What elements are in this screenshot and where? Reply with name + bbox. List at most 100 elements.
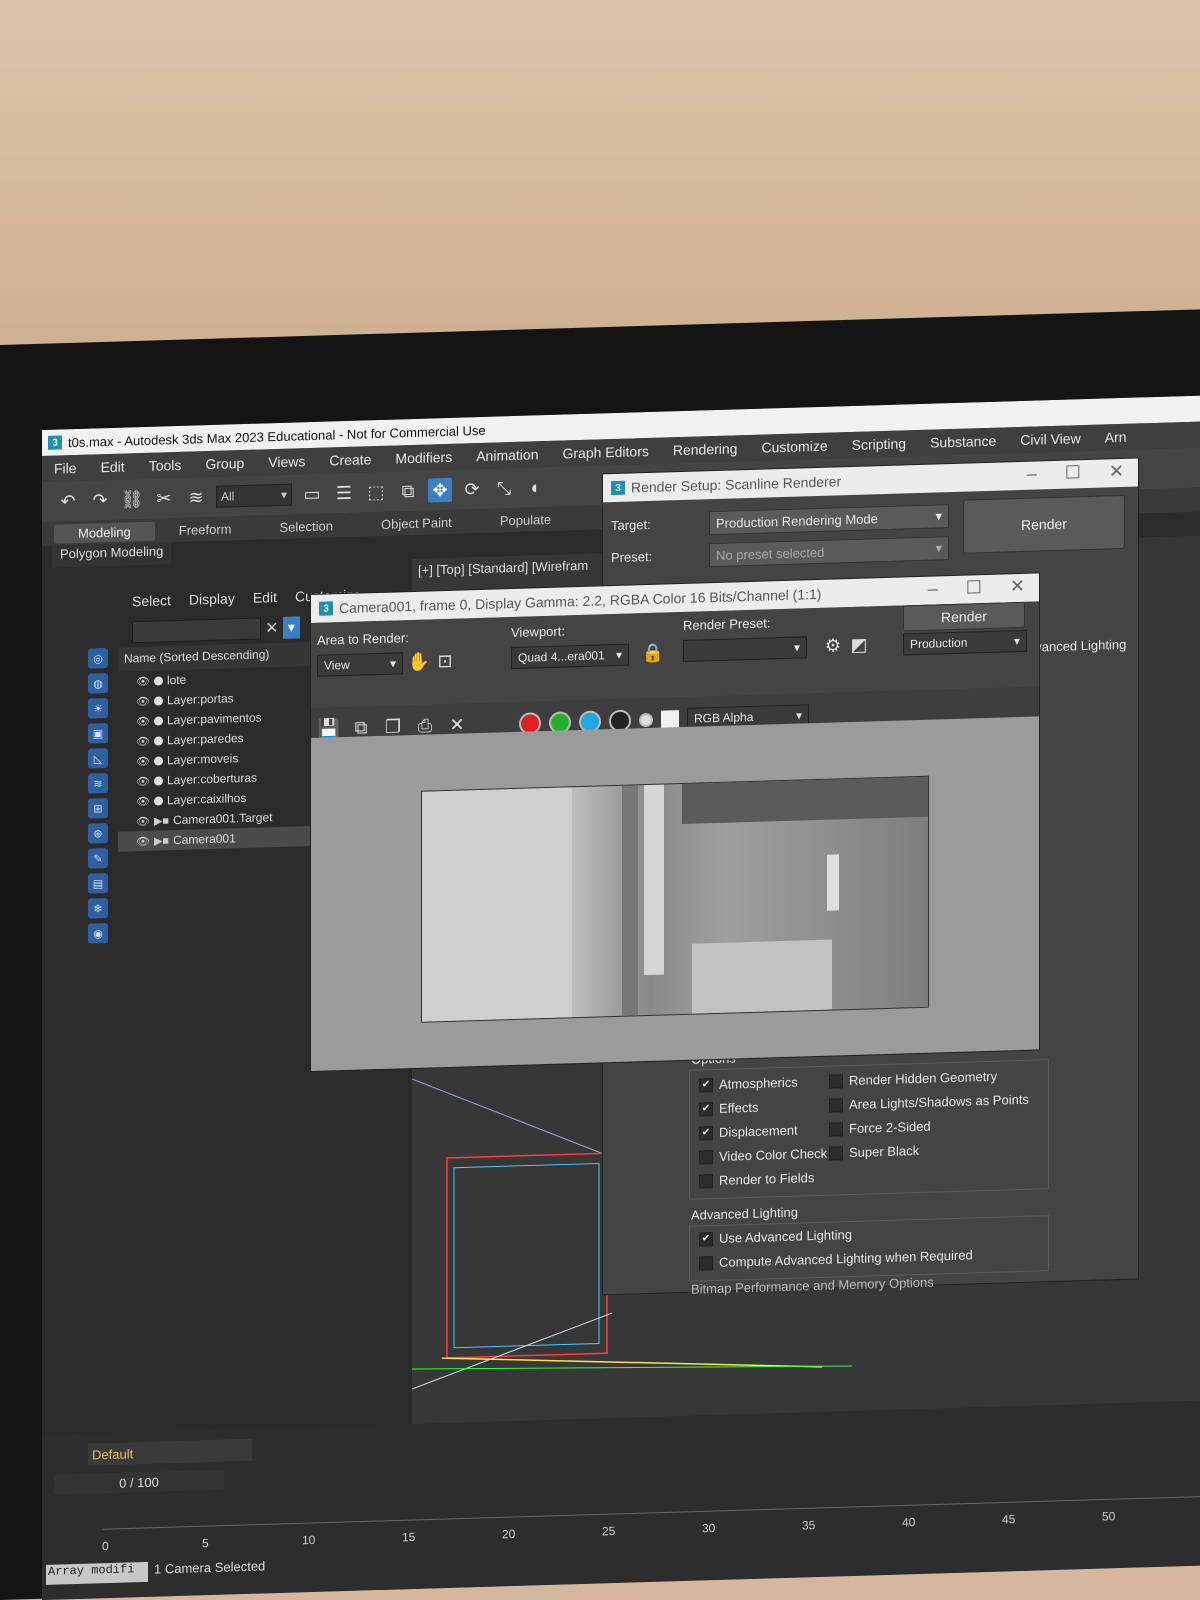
force-2-sided-checkbox[interactable]: Force 2-Sided bbox=[829, 1119, 931, 1137]
tree-row-label: Layer:caixilhos bbox=[166, 790, 247, 808]
menu-group[interactable]: Group bbox=[193, 455, 256, 473]
clear-icon[interactable]: ✕ bbox=[265, 618, 278, 638]
render-window bbox=[827, 854, 839, 911]
helper-icon[interactable]: ◺ bbox=[88, 748, 108, 769]
menu-views[interactable]: Views bbox=[256, 453, 317, 471]
unlink-icon[interactable]: ✂ bbox=[152, 486, 176, 511]
tab-selection[interactable]: Selection bbox=[256, 515, 357, 537]
frame-render-button[interactable]: Render bbox=[903, 601, 1025, 632]
subtab-polygon-modeling[interactable]: Polygon Modeling bbox=[52, 542, 172, 568]
select-by-name-icon[interactable]: ☰ bbox=[332, 481, 356, 506]
maxscript-listener[interactable]: Array modifi bbox=[46, 1561, 148, 1585]
auto-region-icon[interactable]: ⊡ bbox=[433, 649, 457, 674]
advanced-lighting-tab[interactable]: dvanced Lighting bbox=[1028, 637, 1126, 655]
eye-icon[interactable]: 👁 bbox=[136, 694, 150, 707]
monochrome-icon[interactable] bbox=[639, 712, 653, 728]
group-icon[interactable]: ⊞ bbox=[88, 798, 108, 819]
menu-civil-view[interactable]: Civil View bbox=[1008, 430, 1092, 449]
rendered-image[interactable] bbox=[421, 775, 929, 1023]
hidden-icon[interactable]: ◉ bbox=[88, 923, 108, 944]
bind-space-warp-icon[interactable]: ≋ bbox=[184, 485, 208, 510]
eye-icon[interactable]: 👁 bbox=[136, 794, 150, 807]
minimize-icon[interactable]: – bbox=[1027, 463, 1037, 484]
minimize-icon[interactable]: – bbox=[928, 578, 938, 599]
viewport-select[interactable]: Quad 4...era001 ▾ bbox=[511, 643, 629, 670]
frame-slider[interactable]: 0 / 100 bbox=[54, 1469, 224, 1495]
eye-icon[interactable]: 👁 bbox=[136, 774, 150, 787]
tab-modeling[interactable]: Modeling bbox=[54, 521, 155, 544]
rectangular-selection-icon[interactable]: ⬚ bbox=[364, 480, 388, 505]
close-icon[interactable]: ✕ bbox=[1109, 461, 1124, 482]
render-button[interactable]: Render bbox=[963, 494, 1125, 554]
se-menu-select[interactable]: Select bbox=[132, 592, 171, 609]
redo-icon[interactable]: ↷ bbox=[88, 488, 112, 513]
se-menu-edit[interactable]: Edit bbox=[253, 589, 277, 606]
tab-object-paint[interactable]: Object Paint bbox=[357, 512, 476, 535]
eye-icon[interactable]: 👁 bbox=[136, 754, 150, 767]
camera-filter-icon[interactable]: ▣ bbox=[88, 723, 108, 744]
xref-icon[interactable]: ⊕ bbox=[88, 823, 108, 844]
super-black-checkbox[interactable]: Super Black bbox=[829, 1143, 919, 1161]
target-label: Target: bbox=[611, 516, 651, 534]
undo-icon[interactable]: ↶ bbox=[56, 489, 80, 514]
tree-row-label: Camera001.Target bbox=[173, 810, 273, 828]
container-icon[interactable]: ▤ bbox=[88, 873, 108, 894]
eye-icon[interactable]: 👁 bbox=[136, 834, 150, 847]
menu-create[interactable]: Create bbox=[317, 451, 383, 469]
maximize-icon[interactable]: ☐ bbox=[1065, 462, 1081, 483]
window-crossing-icon[interactable]: ⧉ bbox=[396, 479, 420, 504]
menu-file[interactable]: File bbox=[42, 460, 89, 477]
tab-freeform[interactable]: Freeform bbox=[155, 518, 256, 540]
displacement-checkbox[interactable]: ✔ Displacement bbox=[699, 1123, 798, 1141]
tree-row-label: Layer:paredes bbox=[166, 731, 244, 748]
placement-icon[interactable]: ◐ bbox=[524, 475, 548, 500]
geometry-icon[interactable]: ◍ bbox=[88, 673, 108, 694]
timeline[interactable]: 0 5 10 15 20 25 30 35 40 45 50 bbox=[102, 1467, 1200, 1560]
eye-icon[interactable]: 👁 bbox=[136, 714, 150, 727]
scale-icon[interactable]: ⤡ bbox=[492, 476, 516, 501]
frozen-icon[interactable]: ❄ bbox=[88, 898, 108, 919]
menu-graph-editors[interactable]: Graph Editors bbox=[550, 443, 660, 462]
menu-arnold[interactable]: Arn bbox=[1093, 428, 1139, 446]
menu-substance[interactable]: Substance bbox=[918, 432, 1008, 451]
preset-select[interactable]: No preset selected ▾ bbox=[709, 536, 949, 568]
display-all-icon[interactable]: ◎ bbox=[88, 648, 108, 669]
spacewarp-icon[interactable]: ≋ bbox=[88, 773, 108, 794]
render-mode-select[interactable]: Production ▾ bbox=[903, 629, 1027, 656]
light-icon[interactable]: ☀ bbox=[88, 698, 108, 719]
selection-filter-select[interactable]: All ▾ bbox=[216, 483, 292, 508]
environment-icon[interactable]: ◩ bbox=[847, 632, 871, 657]
layer-dropdown[interactable]: Default bbox=[88, 1438, 252, 1466]
eye-icon[interactable]: 👁 bbox=[136, 814, 150, 827]
target-select[interactable]: Production Rendering Mode ▾ bbox=[709, 504, 949, 536]
area-to-render-select[interactable]: View ▾ bbox=[317, 652, 403, 677]
rotate-icon[interactable]: ⟳ bbox=[460, 477, 484, 502]
bone-icon[interactable]: ✎ bbox=[88, 848, 108, 869]
menu-scripting[interactable]: Scripting bbox=[840, 435, 918, 453]
menu-animation[interactable]: Animation bbox=[464, 446, 550, 465]
effects-checkbox[interactable]: ✔ Effects bbox=[699, 1100, 759, 1117]
maximize-icon[interactable]: ☐ bbox=[966, 577, 982, 598]
tab-populate[interactable]: Populate bbox=[476, 509, 575, 531]
se-menu-display[interactable]: Display bbox=[189, 590, 235, 607]
menu-edit[interactable]: Edit bbox=[89, 458, 137, 476]
edit-region-icon[interactable]: ✋ bbox=[407, 649, 431, 674]
atmospherics-checkbox[interactable]: ✔ Atmospherics bbox=[699, 1075, 798, 1093]
move-icon[interactable]: ✥ bbox=[428, 477, 452, 503]
background-swatch[interactable] bbox=[661, 710, 679, 729]
link-icon[interactable]: ⛓ bbox=[120, 487, 144, 512]
menu-modifiers[interactable]: Modifiers bbox=[383, 448, 464, 467]
eye-icon[interactable]: 👁 bbox=[136, 734, 150, 747]
menu-tools[interactable]: Tools bbox=[137, 457, 194, 475]
filter-icon[interactable]: ▼ bbox=[282, 616, 300, 639]
lock-icon[interactable]: 🔒 bbox=[641, 641, 665, 666]
frame-app-icon: 3 bbox=[319, 601, 333, 616]
close-icon[interactable]: ✕ bbox=[1010, 576, 1025, 597]
eye-icon[interactable]: 👁 bbox=[136, 674, 150, 687]
render-setup-icon[interactable]: ⚙ bbox=[821, 633, 845, 658]
render-preset-select[interactable]: ▾ bbox=[683, 636, 807, 662]
menu-rendering[interactable]: Rendering bbox=[661, 440, 750, 459]
se-search-input[interactable] bbox=[132, 617, 262, 644]
menu-customize[interactable]: Customize bbox=[749, 437, 839, 456]
select-object-icon[interactable]: ▭ bbox=[300, 482, 324, 507]
